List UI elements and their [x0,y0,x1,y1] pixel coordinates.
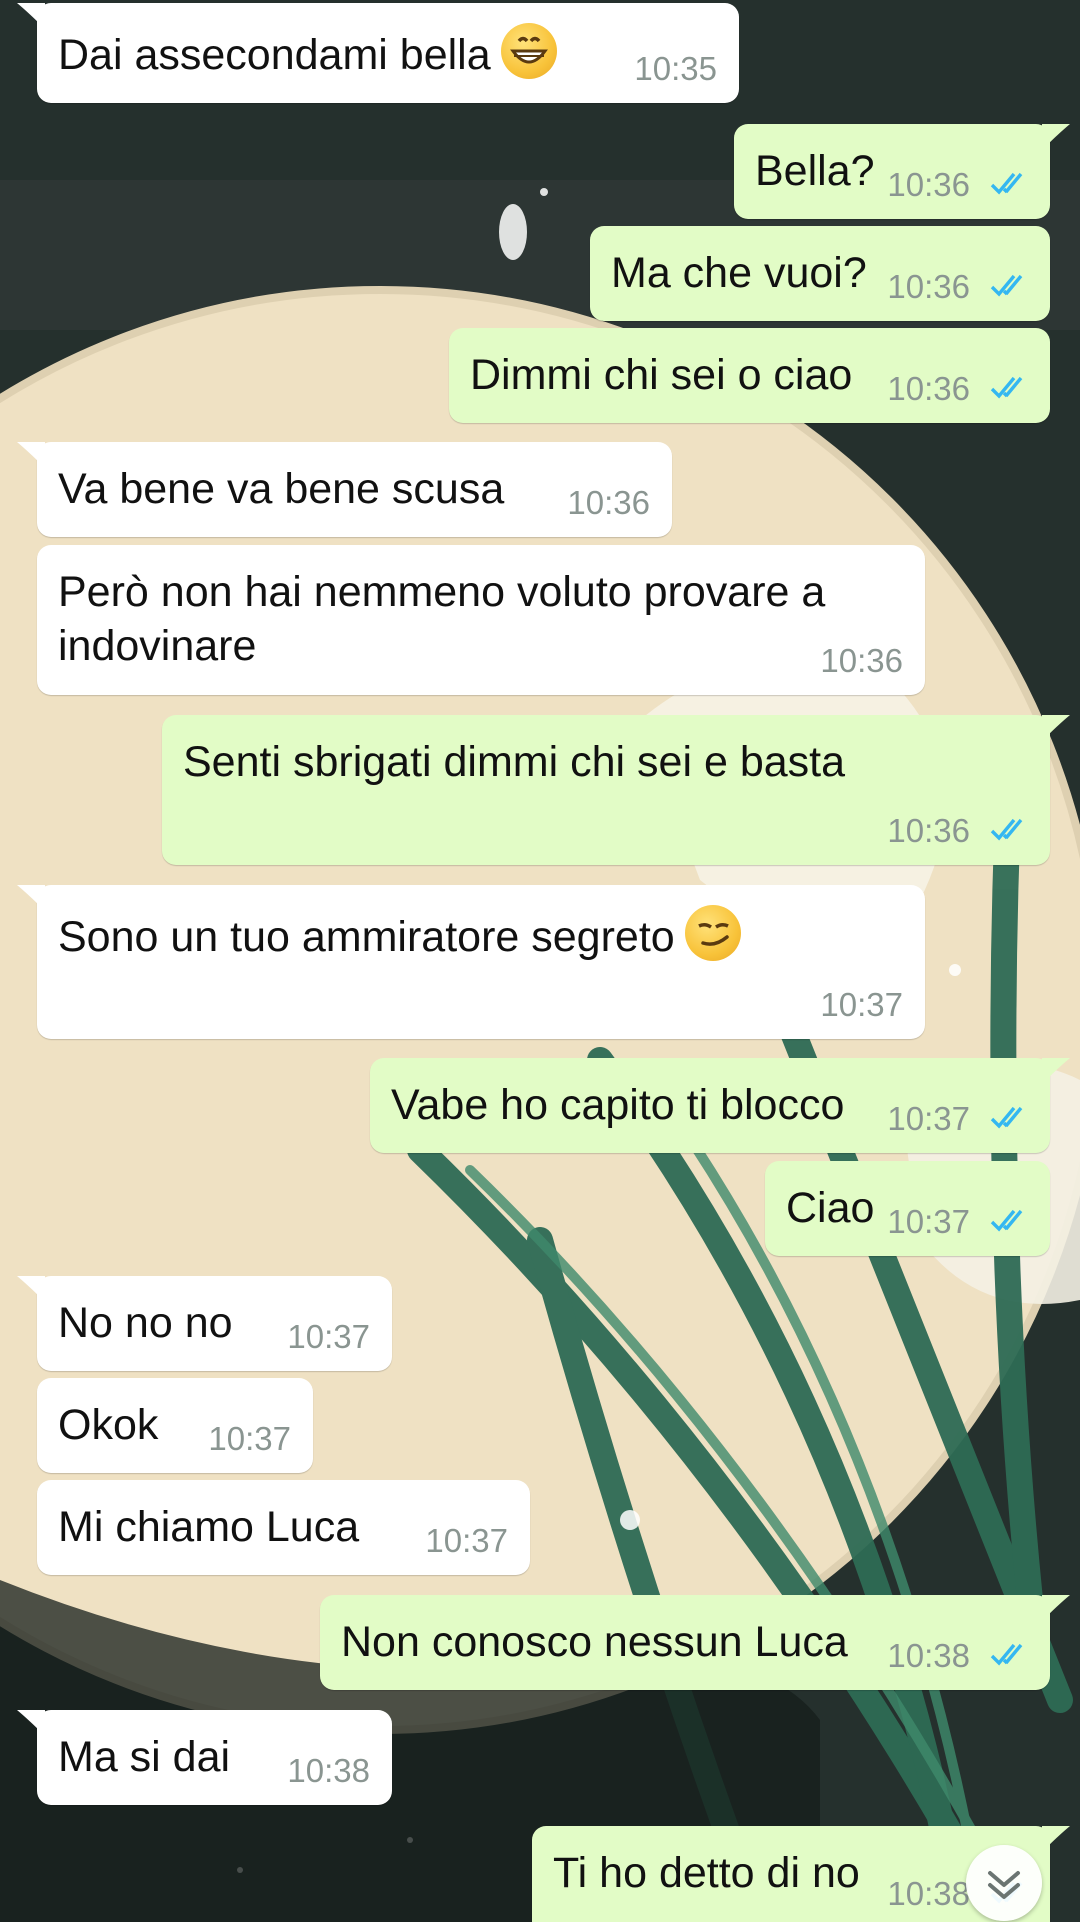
message-timestamp: 10:36 [887,812,970,849]
message-outgoing[interactable]: Senti sbrigati dimmi chi sei e basta 10:… [162,715,1070,865]
read-receipt-icon [990,1643,1023,1666]
message-text: Okok [58,1401,159,1449]
message-list[interactable]: Dai assecondami bella 10:35 Bella? 10:36… [0,0,1080,1922]
message-timestamp: 10:37 [208,1420,291,1457]
message-outgoing[interactable]: Ciao 10:37 [765,1161,1050,1256]
message-timestamp: 10:38 [887,1637,970,1674]
read-receipt-icon [990,172,1023,195]
message-timestamp: 10:37 [820,986,903,1023]
message-text: Ma che vuoi? [611,249,867,297]
message-outgoing[interactable]: Non conosco nessun Luca 10:38 [320,1595,1070,1690]
message-text: Bella? [755,147,875,195]
message-outgoing[interactable]: Bella? 10:36 [734,124,1070,219]
message-timestamp: 10:36 [887,166,970,203]
message-text: Dai assecondami bella [58,23,557,82]
read-receipt-icon [990,274,1023,297]
read-receipt-icon [990,1106,1023,1129]
message-text: Dimmi chi sei o ciao [470,351,853,399]
bubble-tail [1042,1826,1070,1852]
message-timestamp: 10:37 [287,1318,370,1355]
message-incoming[interactable]: Va bene va bene scusa 10:36 [17,442,672,537]
message-outgoing[interactable]: Dimmi chi sei o ciao 10:36 [449,328,1050,423]
message-incoming[interactable]: Dai assecondami bella 10:35 [17,3,739,103]
message-text: Ciao [786,1184,875,1232]
grinning-face-emoji [500,23,557,79]
message-incoming[interactable]: No no no 10:37 [17,1276,392,1371]
message-outgoing[interactable]: Vabe ho capito ti blocco 10:37 [370,1058,1070,1153]
bubble-tail [17,3,45,29]
message-timestamp: 10:38 [287,1752,370,1789]
message-text: Va bene va bene scusa [58,465,505,513]
message-text: Ti ho detto di no [553,1849,860,1897]
message-text: Però non hai nemmeno voluto provare a in… [58,568,826,670]
message-timestamp: 10:38 [887,1875,970,1912]
message-text: Non conosco nessun Luca [341,1618,848,1666]
bubble-tail [17,1276,45,1302]
message-outgoing[interactable]: Ma che vuoi? 10:36 [590,226,1050,321]
message-timestamp: 10:36 [887,370,970,407]
message-text: Vabe ho capito ti blocco [391,1081,845,1129]
read-receipt-icon [990,818,1023,841]
bubble-tail [17,885,45,911]
bubble-tail [17,442,45,468]
message-timestamp: 10:37 [887,1203,970,1240]
message-incoming[interactable]: Okok 10:37 [37,1378,313,1473]
message-incoming[interactable]: Però non hai nemmeno voluto provare a in… [37,545,925,695]
bubble-tail [1042,1595,1070,1621]
message-timestamp: 10:37 [425,1522,508,1559]
message-timestamp: 10:36 [567,484,650,521]
message-timestamp: 10:35 [634,50,717,87]
bubble-tail [1042,715,1070,741]
message-text: Senti sbrigati dimmi chi sei e basta [183,738,846,786]
message-text: No no no [58,1299,233,1347]
bubble-tail [1042,1058,1070,1084]
bubble-tail [17,1710,45,1736]
bubble-tail [1042,124,1070,150]
read-receipt-icon [990,376,1023,399]
chevron-double-down-icon [988,1871,1020,1899]
message-incoming[interactable]: Sono un tuo ammiratore segreto 10:37 [17,885,925,1039]
message-timestamp: 10:36 [887,268,970,305]
scroll-to-bottom-button[interactable] [966,1845,1042,1921]
message-incoming[interactable]: Ma si dai 10:38 [17,1710,392,1805]
message-text: Mi chiamo Luca [58,1503,360,1551]
read-receipt-icon [990,1209,1023,1232]
message-text: Sono un tuo ammiratore segreto [58,905,741,964]
smirking-face-emoji [684,905,741,961]
message-timestamp: 10:37 [887,1100,970,1137]
message-text: Ma si dai [58,1733,231,1781]
message-timestamp: 10:36 [820,642,903,679]
message-incoming[interactable]: Mi chiamo Luca 10:37 [37,1480,530,1575]
